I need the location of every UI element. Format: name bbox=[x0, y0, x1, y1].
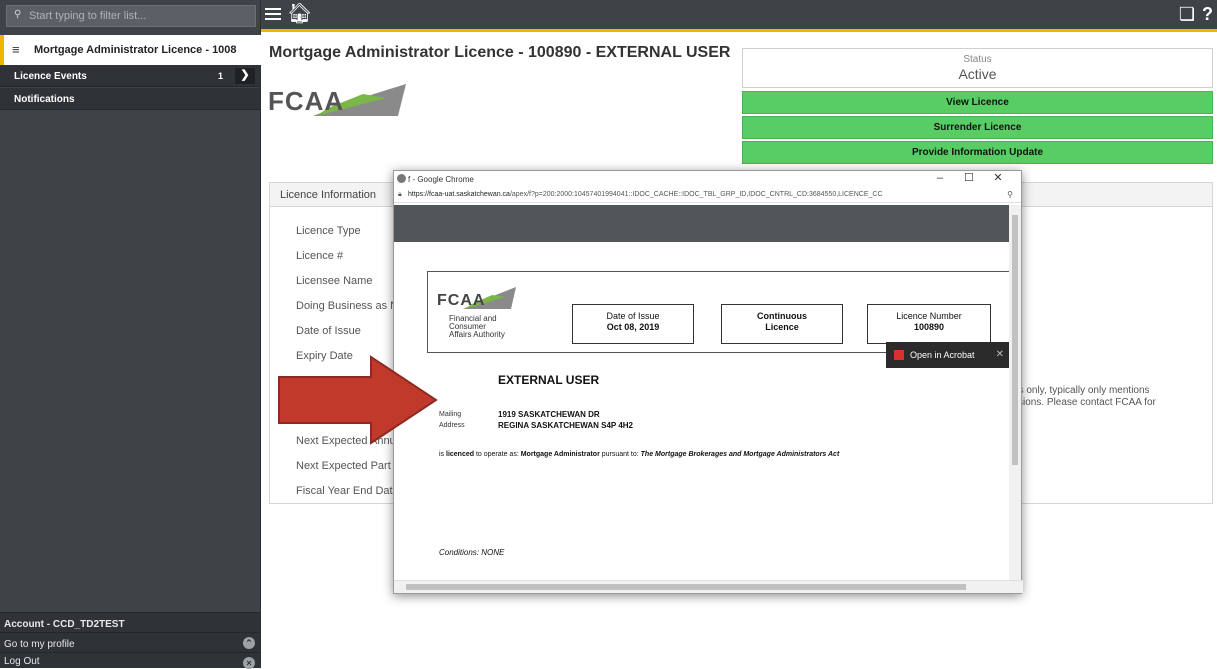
field-label: Licensee Name bbox=[296, 275, 373, 287]
pdf-viewer[interactable]: FCAA Financial and Consumer Affairs Auth… bbox=[394, 242, 1011, 581]
date-of-issue-value: Oct 08, 2019 bbox=[606, 322, 660, 332]
scrollbar-thumb[interactable] bbox=[406, 584, 966, 590]
view-licence-button[interactable]: View Licence bbox=[742, 91, 1213, 114]
horizontal-scrollbar[interactable] bbox=[394, 580, 1023, 593]
date-of-issue-label: Date of Issue bbox=[606, 311, 660, 321]
go-to-profile-link[interactable]: Go to my profile ⌃ bbox=[0, 632, 261, 654]
organization-name: Financial and Consumer Affairs Authority bbox=[449, 315, 505, 339]
fcaa-logo: FCAA bbox=[268, 84, 406, 116]
zoom-icon[interactable]: ⚲ bbox=[1007, 190, 1013, 199]
continuous-licence-box: Continuous Licence bbox=[721, 304, 843, 344]
surrender-licence-button[interactable]: Surrender Licence bbox=[742, 116, 1213, 139]
licence-number-label: Licence Number bbox=[896, 311, 962, 321]
status-box: Status Active bbox=[742, 48, 1213, 88]
address-line: REGINA SASKATCHEWAN S4P 4H2 bbox=[498, 421, 633, 430]
account-name: Account - CCD_TD2TEST bbox=[4, 619, 125, 630]
filter-placeholder: Start typing to filter list... bbox=[29, 10, 147, 22]
url-path: /apex/f?p=200:2000:10457401994041::IDOC_… bbox=[509, 191, 883, 198]
status-value: Active bbox=[958, 66, 997, 82]
field-label: Date of Issue bbox=[296, 325, 361, 337]
mailing-label: Mailing bbox=[439, 411, 462, 418]
continuous-line: Continuous bbox=[757, 311, 807, 321]
account-label: Account - CCD_TD2TEST bbox=[0, 612, 261, 634]
fcaa-logo-small: FCAA bbox=[437, 287, 516, 309]
licence-number-box: Licence Number 100890 bbox=[867, 304, 991, 344]
pdf-toolbar-area bbox=[394, 205, 1011, 242]
help-icon[interactable]: ? bbox=[1202, 4, 1213, 25]
search-icon: ⚲ bbox=[14, 9, 22, 20]
wheat-logo-icon: ❏ bbox=[1178, 4, 1195, 24]
sidebar-item-notifications[interactable]: Notifications bbox=[0, 88, 261, 110]
maximize-button[interactable]: ☐ bbox=[956, 171, 982, 184]
chrome-icon bbox=[397, 174, 406, 183]
chrome-popup-window[interactable]: f - Google Chrome – ☐ ✕ 🔒︎ https://fcaa-… bbox=[393, 170, 1023, 594]
vertical-scrollbar[interactable] bbox=[1009, 205, 1021, 581]
sidebar-item-label: Mortgage Administrator Licence - 1008 bbox=[34, 44, 237, 56]
profile-label: Go to my profile bbox=[4, 639, 75, 650]
org-line: Affairs Authority bbox=[449, 330, 505, 339]
conditions-text: Conditions: NONE bbox=[439, 548, 505, 557]
window-title: f - Google Chrome bbox=[408, 175, 474, 184]
acrobat-icon bbox=[894, 350, 904, 360]
sidebar: ⚲ Start typing to filter list... ≡ Mortg… bbox=[0, 0, 261, 669]
date-of-issue-box: Date of Issue Oct 08, 2019 bbox=[572, 304, 694, 344]
log-out-link[interactable]: Log Out × bbox=[0, 652, 261, 669]
address-line: 1919 SASKATCHEWAN DR bbox=[498, 410, 600, 419]
field-label: Doing Business as Na bbox=[296, 300, 405, 312]
chevron-right-icon[interactable]: ❯ bbox=[235, 68, 255, 84]
info-note: es only, typically only mentions ssions.… bbox=[1013, 385, 1156, 409]
home-icon[interactable]: 🏠︎ bbox=[287, 4, 312, 24]
licence-certificate-header: FCAA Financial and Consumer Affairs Auth… bbox=[427, 271, 1010, 353]
field-label: Fiscal Year End Date bbox=[296, 485, 399, 497]
lock-icon: 🔒︎ bbox=[398, 191, 402, 198]
sidebar-item-licence-events[interactable]: Licence Events 1 ❯ bbox=[0, 65, 261, 87]
filter-input[interactable]: ⚲ Start typing to filter list... bbox=[6, 5, 256, 27]
open-in-acrobat-label: Open in Acrobat bbox=[910, 350, 975, 360]
sidebar-item-label: Notifications bbox=[14, 94, 75, 105]
provide-information-update-button[interactable]: Provide Information Update bbox=[742, 141, 1213, 164]
continuous-line: Licence bbox=[765, 322, 799, 332]
field-label: Next Expected Part V bbox=[296, 460, 402, 472]
act-name: The Mortgage Brokerages and Mortgage Adm… bbox=[640, 451, 840, 458]
list-icon: ≡ bbox=[12, 42, 20, 57]
status-label: Status bbox=[963, 54, 992, 65]
close-icon[interactable]: ✕ bbox=[996, 349, 1004, 360]
close-window-button[interactable]: ✕ bbox=[985, 171, 1011, 184]
licence-type: Mortgage Administrator bbox=[520, 451, 600, 458]
statement-part: pursuant to: bbox=[599, 451, 641, 458]
statement-part: is bbox=[439, 451, 446, 458]
open-in-acrobat-button[interactable]: Open in Acrobat ✕ bbox=[886, 342, 1011, 368]
red-arrow-annotation bbox=[278, 355, 438, 445]
statement-part: licenced bbox=[446, 451, 475, 458]
sidebar-item-current-licence[interactable]: ≡ Mortgage Administrator Licence - 1008 bbox=[0, 35, 261, 65]
chevron-up-icon: ⌃ bbox=[243, 637, 255, 649]
hamburger-menu-icon[interactable] bbox=[265, 8, 281, 22]
address-label: Address bbox=[439, 422, 465, 429]
svg-text:FCAA: FCAA bbox=[437, 292, 485, 309]
licence-holder-name: EXTERNAL USER bbox=[498, 373, 600, 387]
page-title: Mortgage Administrator Licence - 100890 … bbox=[269, 44, 731, 61]
licence-number-value: 100890 bbox=[913, 322, 945, 332]
svg-text:FCAA: FCAA bbox=[268, 86, 344, 116]
log-out-label: Log Out bbox=[4, 656, 40, 667]
count-badge: 1 bbox=[217, 71, 223, 81]
note-line: es only, typically only mentions bbox=[1013, 385, 1150, 396]
minimize-button[interactable]: – bbox=[927, 172, 953, 184]
statement-part: to operate as: bbox=[474, 451, 521, 458]
field-label: Licence Type bbox=[296, 225, 361, 237]
address-bar[interactable]: 🔒︎ https://fcaa-uat.saskatchewan.ca/apex… bbox=[394, 189, 1021, 203]
sidebar-item-label: Licence Events bbox=[14, 71, 87, 82]
url-host: https://fcaa-uat.saskatchewan.ca bbox=[408, 191, 510, 198]
field-label: Licence # bbox=[296, 250, 344, 262]
close-icon: × bbox=[243, 657, 255, 669]
note-line: ssions. Please contact FCAA for bbox=[1013, 397, 1156, 408]
licensed-statement: is licenced to operate as: Mortgage Admi… bbox=[439, 451, 839, 458]
scrollbar-thumb[interactable] bbox=[1012, 215, 1018, 465]
window-controls: – ☐ ✕ bbox=[927, 171, 1011, 184]
top-bar: 🏠︎ ❏ ? bbox=[261, 0, 1217, 32]
window-title-bar[interactable]: f - Google Chrome – ☐ ✕ bbox=[394, 171, 1021, 189]
